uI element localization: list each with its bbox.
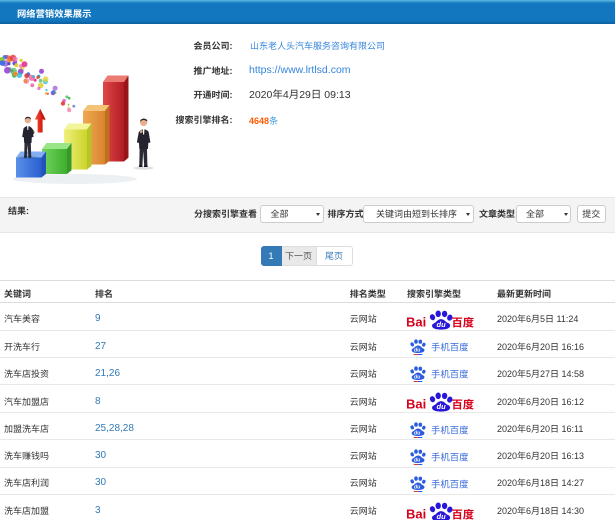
svg-text:du: du — [436, 320, 446, 329]
svg-text:du: du — [414, 348, 421, 354]
svg-text:du: du — [414, 375, 421, 381]
svg-text:百度: 百度 — [451, 508, 474, 520]
svg-text:手机百度: 手机百度 — [431, 369, 469, 380]
svg-text:Bai: Bai — [407, 506, 426, 520]
svg-text:du: du — [436, 402, 446, 411]
svg-text:du: du — [414, 484, 421, 490]
svg-text:百度: 百度 — [451, 317, 474, 330]
svg-text:手机百度: 手机百度 — [431, 451, 469, 462]
svg-text:手机百度: 手机百度 — [431, 424, 469, 435]
svg-text:手机百度: 手机百度 — [431, 478, 469, 489]
svg-text:百度: 百度 — [451, 399, 474, 412]
svg-text:Bai: Bai — [407, 397, 426, 412]
svg-text:手机百度: 手机百度 — [431, 342, 469, 353]
svg-text:Bai: Bai — [407, 315, 426, 330]
svg-text:du: du — [414, 430, 421, 436]
svg-text:du: du — [414, 457, 421, 463]
svg-text:du: du — [436, 512, 446, 520]
